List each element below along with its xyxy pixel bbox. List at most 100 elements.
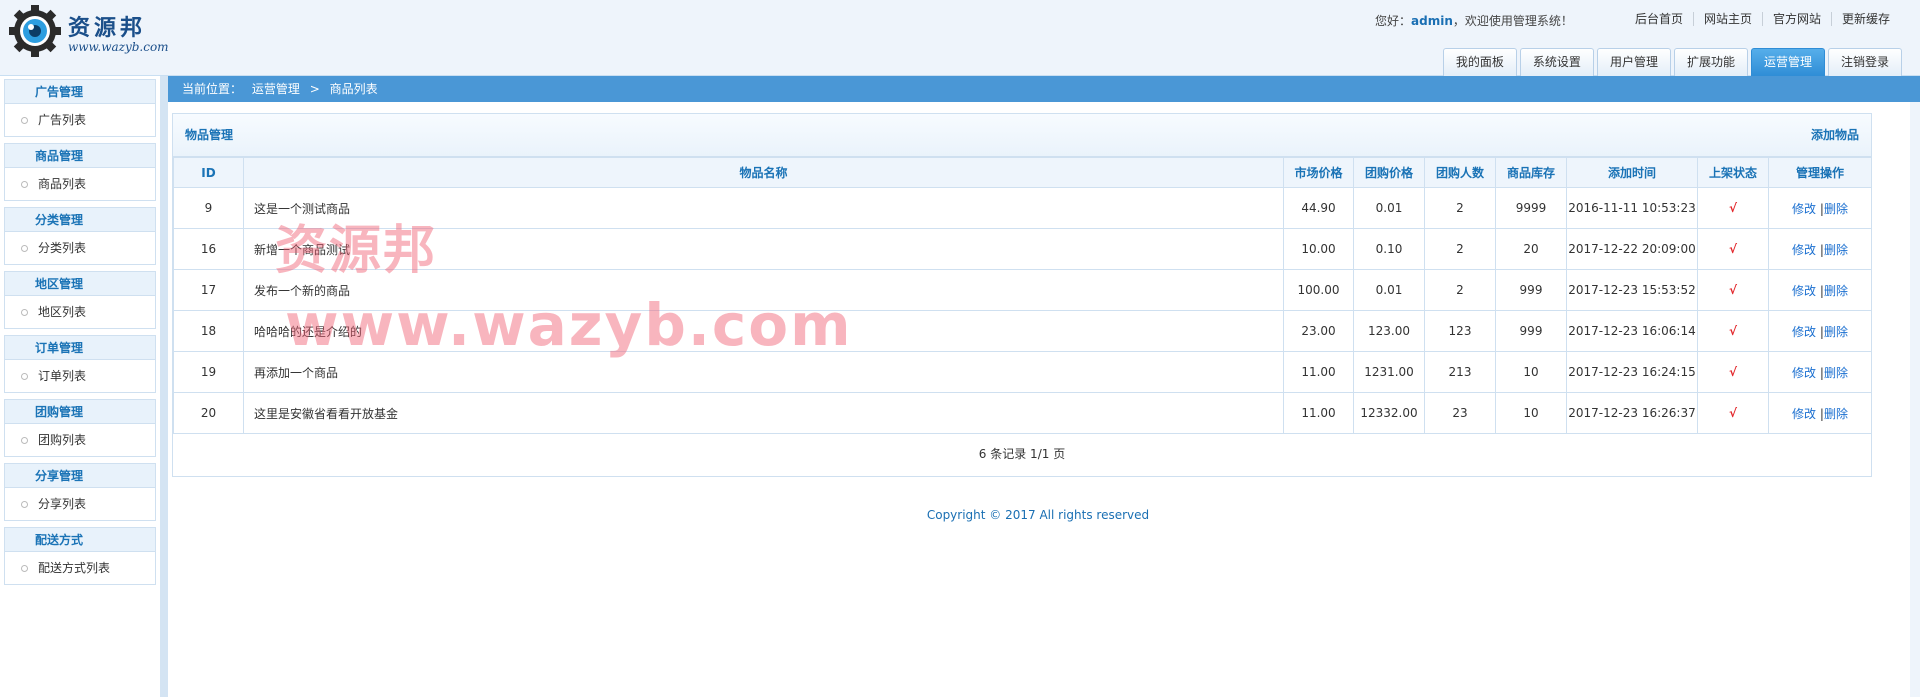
- col-stock: 商品库存: [1495, 157, 1567, 188]
- delete-link[interactable]: 删除: [1824, 325, 1848, 339]
- bullet-icon: [21, 372, 28, 380]
- cell-added-time: 2017-12-23 15:53:52: [1566, 269, 1698, 311]
- delete-link[interactable]: 删除: [1824, 284, 1848, 298]
- bullet-icon: [21, 244, 28, 252]
- tab-logout[interactable]: 注销登录: [1827, 48, 1902, 76]
- cell-market-price: 44.90: [1283, 187, 1354, 229]
- cell-actions: 修改 |删除: [1768, 351, 1872, 393]
- tab-operations[interactable]: 运营管理: [1750, 48, 1825, 76]
- cell-added-time: 2017-12-23 16:24:15: [1566, 351, 1698, 393]
- table-row: 19 再添加一个商品 11.00 1231.00 213 10 2017-12-…: [173, 351, 1872, 393]
- welcome-suffix: ，欢迎使用管理系统！: [1452, 14, 1573, 28]
- cell-market-price: 23.00: [1283, 310, 1354, 352]
- sidebar-item-category-list[interactable]: 分类列表: [5, 232, 155, 264]
- edit-link[interactable]: 修改: [1792, 325, 1816, 339]
- cell-group-people: 2: [1424, 187, 1496, 229]
- sidebar-group-title[interactable]: 分享管理: [5, 464, 155, 488]
- cell-group-people: 213: [1424, 351, 1496, 393]
- col-group-price: 团购价格: [1353, 157, 1425, 188]
- cell-actions: 修改 |删除: [1768, 310, 1872, 352]
- sidebar-group-title[interactable]: 广告管理: [5, 80, 155, 104]
- sidebar-group-title[interactable]: 分类管理: [5, 208, 155, 232]
- status-check-icon[interactable]: √: [1729, 365, 1737, 379]
- username: admin: [1411, 14, 1453, 28]
- link-site-home[interactable]: 网站主页: [1692, 12, 1762, 26]
- edit-link[interactable]: 修改: [1792, 407, 1816, 421]
- cell-group-price: 0.01: [1353, 269, 1425, 311]
- cell-actions: 修改 |删除: [1768, 187, 1872, 229]
- cell-id: 17: [173, 269, 244, 311]
- breadcrumb-section[interactable]: 运营管理: [252, 82, 300, 96]
- sidebar-item-label: 广告列表: [38, 113, 87, 127]
- sidebar-item-label: 分享列表: [38, 497, 87, 511]
- edit-link[interactable]: 修改: [1792, 366, 1816, 380]
- cell-id: 20: [173, 392, 244, 434]
- sidebar-item-order-list[interactable]: 订单列表: [5, 360, 155, 392]
- sidebar-group-title[interactable]: 配送方式: [5, 528, 155, 552]
- edit-link[interactable]: 修改: [1792, 202, 1816, 216]
- status-check-icon[interactable]: √: [1729, 242, 1737, 256]
- edit-link[interactable]: 修改: [1792, 243, 1816, 257]
- sidebar-group-title[interactable]: 团购管理: [5, 400, 155, 424]
- cell-group-people: 23: [1424, 392, 1496, 434]
- sidebar-item-region-list[interactable]: 地区列表: [5, 296, 155, 328]
- cell-market-price: 11.00: [1283, 392, 1354, 434]
- sidebar-item-label: 地区列表: [38, 305, 87, 319]
- welcome-prefix: 您好：: [1375, 14, 1412, 28]
- cell-actions: 修改 |删除: [1768, 392, 1872, 434]
- link-refresh-cache[interactable]: 更新缓存: [1830, 12, 1900, 26]
- top-links: 后台首页 网站主页 官方网站 更新缓存: [1625, 12, 1900, 26]
- tab-system-settings[interactable]: 系统设置: [1519, 48, 1594, 76]
- cell-status: √: [1697, 310, 1769, 352]
- link-admin-home[interactable]: 后台首页: [1625, 12, 1693, 26]
- add-item-link[interactable]: 添加物品: [1811, 114, 1859, 156]
- sidebar-group-title[interactable]: 地区管理: [5, 272, 155, 296]
- edit-link[interactable]: 修改: [1792, 284, 1816, 298]
- cell-name: 新增一个商品测试: [243, 228, 1284, 270]
- logo[interactable]: 资源邦 www.wazyb.com: [8, 4, 169, 58]
- link-official-site[interactable]: 官方网站: [1761, 12, 1831, 26]
- sidebar-splitter[interactable]: [160, 76, 168, 697]
- cell-name: 哈哈哈的还是介绍的: [243, 310, 1284, 352]
- breadcrumb: 当前位置： 运营管理 > 商品列表: [168, 76, 1920, 102]
- col-market-price: 市场价格: [1283, 157, 1354, 188]
- nav-tabs: 我的面板 系统设置 用户管理 扩展功能 运营管理 注销登录: [1440, 48, 1902, 76]
- copyright: Copyright © 2017 All rights reserved: [926, 508, 1150, 522]
- cell-status: √: [1697, 269, 1769, 311]
- status-check-icon[interactable]: √: [1729, 324, 1737, 338]
- sidebar-group-title[interactable]: 订单管理: [5, 336, 155, 360]
- status-check-icon[interactable]: √: [1729, 283, 1737, 297]
- table-row: 18 哈哈哈的还是介绍的 23.00 123.00 123 999 2017-1…: [173, 310, 1872, 352]
- delete-link[interactable]: 删除: [1824, 243, 1848, 257]
- tab-my-panel[interactable]: 我的面板: [1442, 48, 1517, 76]
- cell-stock: 999: [1495, 310, 1567, 352]
- pagination-info: 6 条记录 1/1 页: [978, 447, 1066, 461]
- col-name: 物品名称: [243, 157, 1284, 188]
- status-check-icon[interactable]: √: [1729, 201, 1737, 215]
- cell-actions: 修改 |删除: [1768, 269, 1872, 311]
- goods-table: ID 物品名称 市场价格 团购价格 团购人数 商品库存 添加时间 上架状态 管理…: [173, 157, 1872, 434]
- sidebar-item-delivery-list[interactable]: 配送方式列表: [5, 552, 155, 584]
- delete-link[interactable]: 删除: [1824, 407, 1848, 421]
- welcome-message: 您好：admin，欢迎使用管理系统！: [1375, 12, 1573, 29]
- cell-added-time: 2016-11-11 10:53:23: [1566, 187, 1698, 229]
- cell-added-time: 2017-12-23 16:26:37: [1566, 392, 1698, 434]
- sidebar-group-title[interactable]: 商品管理: [5, 144, 155, 168]
- sidebar-item-ad-list[interactable]: 广告列表: [5, 104, 155, 136]
- bullet-icon: [21, 180, 28, 188]
- cell-added-time: 2017-12-23 16:06:14: [1566, 310, 1698, 352]
- delete-link[interactable]: 删除: [1824, 202, 1848, 216]
- sidebar-group-orders: 订单管理 订单列表: [4, 335, 156, 393]
- status-check-icon[interactable]: √: [1729, 406, 1737, 420]
- delete-link[interactable]: 删除: [1824, 366, 1848, 380]
- cell-id: 16: [173, 228, 244, 270]
- cell-stock: 999: [1495, 269, 1567, 311]
- bullet-icon: [21, 308, 28, 316]
- sidebar-item-groupbuy-list[interactable]: 团购列表: [5, 424, 155, 456]
- sidebar-item-share-list[interactable]: 分享列表: [5, 488, 155, 520]
- sidebar-item-goods-list[interactable]: 商品列表: [5, 168, 155, 200]
- col-added-time: 添加时间: [1566, 157, 1698, 188]
- tab-user-management[interactable]: 用户管理: [1596, 48, 1671, 76]
- tab-extensions[interactable]: 扩展功能: [1673, 48, 1748, 76]
- cell-stock: 10: [1495, 392, 1567, 434]
